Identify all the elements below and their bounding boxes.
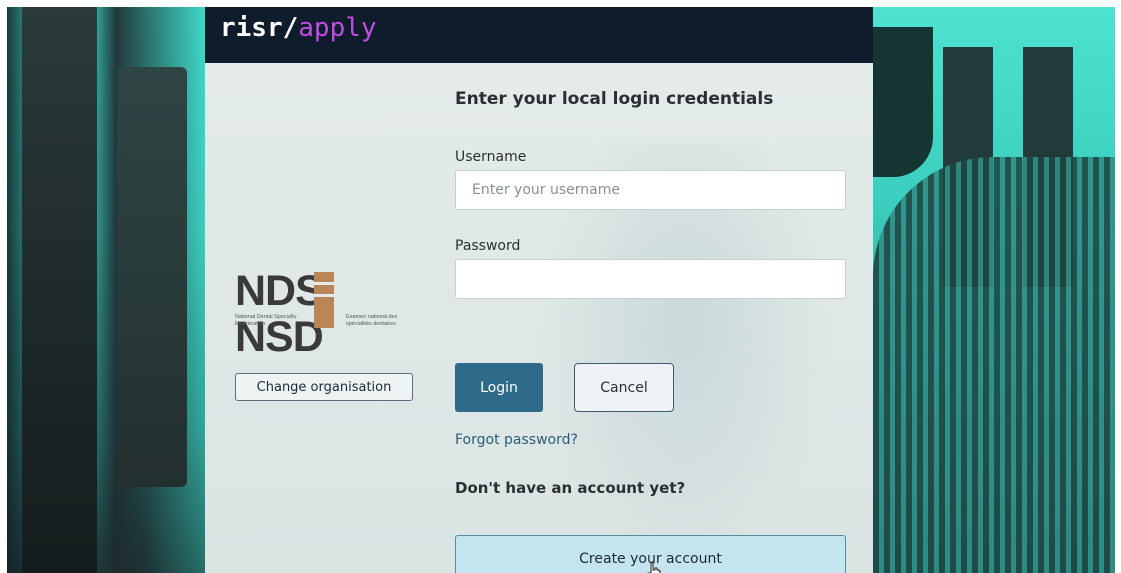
background-photo-left (7, 7, 205, 573)
logo-subtitle-french: Examen national des spécialités dentaire… (346, 314, 398, 327)
header-bar: risr/apply (205, 7, 873, 63)
brand-logo[interactable]: risr/apply (220, 13, 377, 43)
background-photo-right (873, 7, 1115, 573)
no-account-heading: Don't have an account yet? (455, 479, 686, 497)
background-person (873, 157, 1115, 573)
login-button[interactable]: Login (455, 363, 543, 412)
logo-subtitle-english: National Dental Specialty Examination (235, 314, 297, 327)
brand-logo-part1: risr (220, 13, 283, 43)
logo-text-left: NDS (235, 267, 324, 315)
hand-pointer-icon (647, 562, 661, 573)
forgot-password-link[interactable]: Forgot password? (455, 432, 578, 448)
form-heading: Enter your local login credentials (455, 89, 774, 109)
brand-logo-part2: apply (298, 13, 377, 43)
cancel-button[interactable]: Cancel (574, 363, 674, 412)
create-account-button[interactable]: Create your account (455, 535, 846, 573)
background-monitor-secondary (117, 67, 187, 487)
organisation-logo: NDSNSD National Dental Specialty Examina… (235, 267, 420, 360)
background-person-head (873, 27, 933, 177)
username-input[interactable] (455, 170, 846, 210)
background-monitor (22, 7, 97, 573)
password-label: Password (455, 238, 521, 254)
username-label: Username (455, 149, 527, 165)
crown-icon (314, 272, 334, 328)
password-input[interactable] (455, 259, 846, 299)
brand-logo-slash: / (282, 13, 299, 43)
login-panel: NDSNSD National Dental Specialty Examina… (205, 63, 873, 573)
change-organisation-button[interactable]: Change organisation (235, 373, 413, 401)
page-frame: risr/apply NDSNSD National Dental Specia… (7, 7, 1115, 573)
